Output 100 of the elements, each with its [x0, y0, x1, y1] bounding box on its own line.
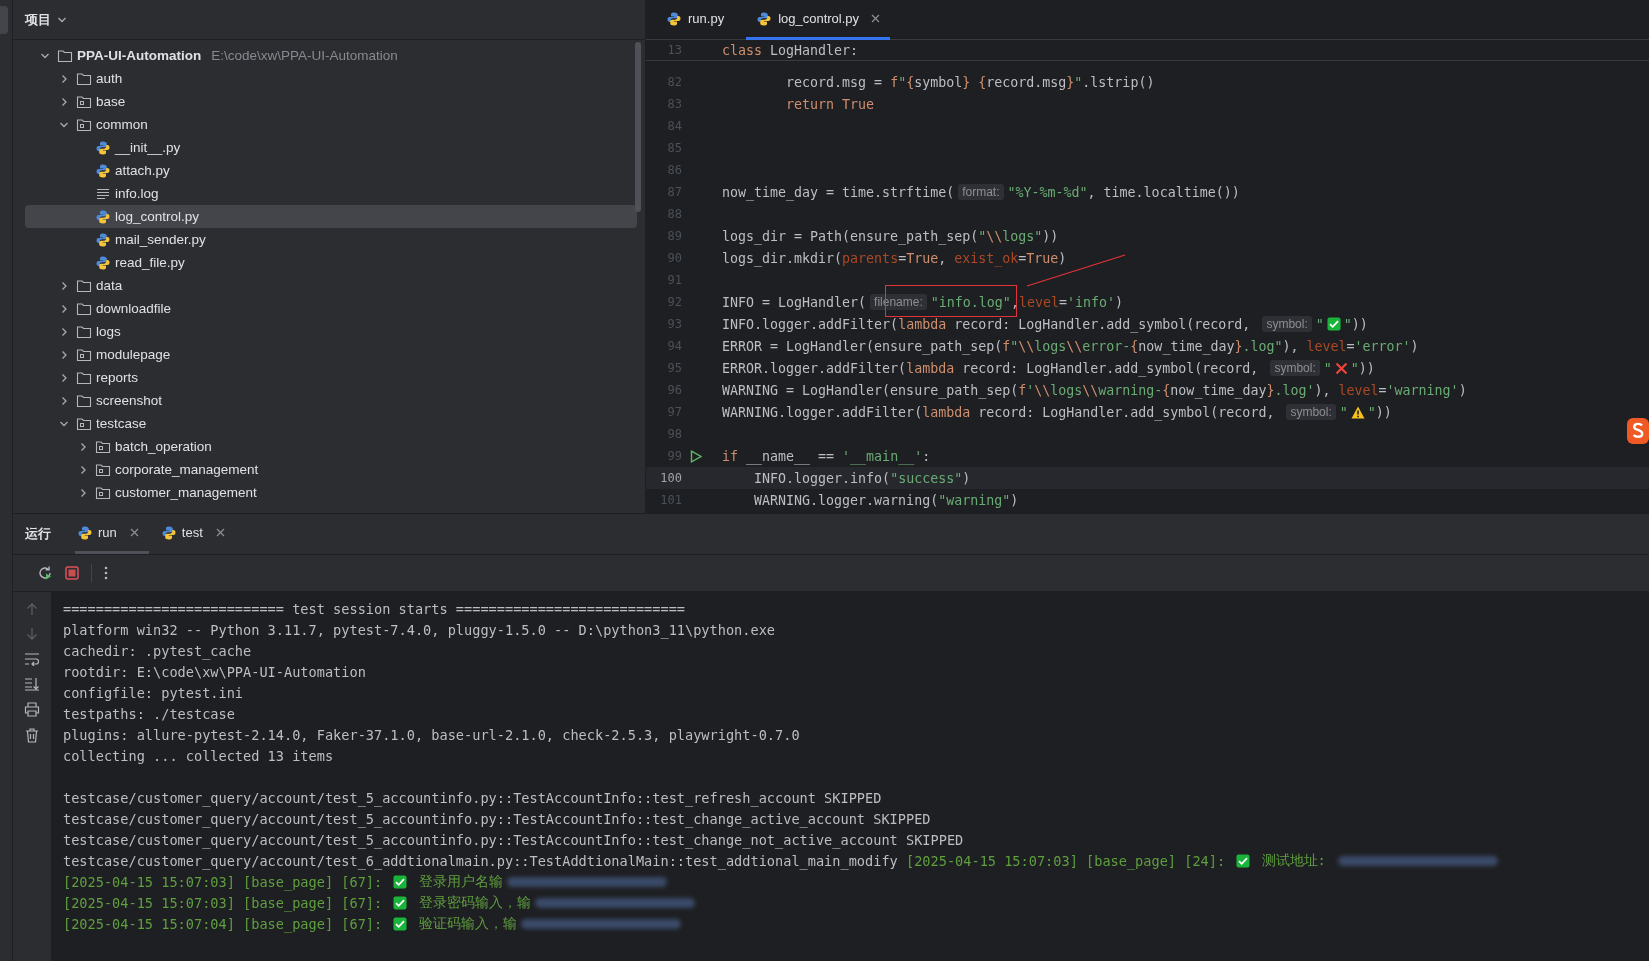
- python-icon: [95, 139, 111, 156]
- tree-item[interactable]: attach.py: [25, 159, 637, 182]
- run-tab[interactable]: run: [75, 514, 149, 554]
- tree-item[interactable]: screenshot: [25, 389, 637, 412]
- tree-item[interactable]: mail_sender.py: [25, 228, 637, 251]
- input-method-icon[interactable]: [1627, 418, 1649, 444]
- console-text: collecting ... collected 13 items: [63, 747, 334, 764]
- tree-item[interactable]: base: [25, 90, 637, 113]
- code-text: ": [1339, 404, 1348, 420]
- run-tab[interactable]: test: [158, 514, 235, 554]
- chevron-right-icon[interactable]: [78, 441, 88, 452]
- soft-wrap-icon[interactable]: [24, 652, 40, 666]
- code-text: now_time_day = time.strftime(: [722, 184, 955, 200]
- code-text: INFO.logger.info("success"): [753, 470, 971, 486]
- code-text: ")): [1343, 316, 1368, 332]
- tree-item[interactable]: common: [25, 113, 637, 136]
- chevron-right-icon[interactable]: [59, 372, 69, 383]
- print-icon[interactable]: [24, 702, 40, 717]
- console-text: testcase/customer_query/account/test_5_accountinfo.py::TestAccountInfo::test_change_not_active_account SKIPPED: [63, 831, 964, 848]
- console-text: [2025-04-15 15:07:03] [base_page] [67]:: [63, 894, 384, 911]
- code-text: "info.log",level='info'): [930, 294, 1123, 310]
- code-text: WARNING.logger.addFilter(lambda record: LogHandler.add_symbol(record,: [722, 404, 1276, 420]
- tree-item[interactable]: customer_management: [25, 481, 637, 504]
- chevron-right-icon[interactable]: [59, 73, 69, 84]
- scroll-to-end-icon[interactable]: [24, 677, 40, 691]
- python-icon: [756, 10, 773, 27]
- console-text: configfile: pytest.ini: [63, 684, 244, 701]
- close-icon[interactable]: [871, 14, 881, 23]
- chevron-right-icon[interactable]: [59, 395, 69, 406]
- close-icon[interactable]: [129, 528, 139, 537]
- tree-item[interactable]: logs: [25, 320, 637, 343]
- rerun-icon[interactable]: [37, 565, 53, 581]
- tree-item[interactable]: __init__.py: [25, 136, 637, 159]
- tree-item[interactable]: corporate_management: [25, 458, 637, 481]
- inlay-hint: format:: [958, 184, 1004, 200]
- code-text: INFO.logger.addFilter(lambda record: LogHandler.add_symbol(record,: [722, 316, 1252, 332]
- code-text: WARNING = LogHandler(ensure_path_sep(f'\\logs\\warning-{now_time_day}.log'), level='warning'): [722, 382, 1467, 398]
- chevron-right-icon[interactable]: [59, 349, 69, 360]
- folder-icon: [57, 47, 73, 64]
- editor-tab[interactable]: log_control.py: [746, 0, 891, 40]
- tree-item[interactable]: reports: [25, 366, 637, 389]
- code-text: WARNING.logger.warning("warning"): [753, 492, 1019, 508]
- chevron-right-icon[interactable]: [78, 487, 88, 498]
- chevron-right-icon[interactable]: [59, 303, 69, 314]
- console-text: rootdir: E:\code\xw\PPA-UI-Automation: [63, 663, 366, 680]
- chevron-right-icon[interactable]: [59, 326, 69, 337]
- folder-icon: [76, 392, 92, 409]
- python-icon: [95, 162, 111, 179]
- package-folder-icon: [76, 415, 92, 432]
- python-icon: [95, 231, 111, 248]
- console-text: 登录密码输入，输: [417, 893, 531, 912]
- folder-icon: [76, 277, 92, 294]
- package-folder-icon: [95, 461, 111, 478]
- scrollbar-thumb[interactable]: [635, 42, 641, 212]
- more-options-icon[interactable]: [104, 566, 108, 580]
- console-text: [2025-04-15 15:07:04] [base_page] [67]:: [63, 915, 384, 932]
- inlay-hint: symbol:: [1286, 404, 1336, 420]
- python-icon: [95, 254, 111, 271]
- close-icon[interactable]: [215, 528, 225, 537]
- stop-icon[interactable]: [65, 566, 79, 580]
- tree-item[interactable]: batch_operation: [25, 435, 637, 458]
- folder-icon: [76, 323, 92, 340]
- code-text: INFO = LogHandler(: [722, 294, 867, 310]
- tree-item[interactable]: downloadfile: [25, 297, 637, 320]
- line-number: 100: [659, 471, 682, 485]
- console-text: 验证码输入，输: [417, 914, 517, 933]
- check-mark-icon: [393, 895, 408, 910]
- package-folder-icon: [76, 116, 92, 133]
- code-text: ERROR.logger.addFilter(lambda record: LogHandler.add_symbol(record,: [722, 360, 1260, 376]
- python-icon: [77, 524, 93, 541]
- package-folder-icon: [76, 346, 92, 363]
- code-text: ")): [1350, 360, 1375, 376]
- editor-tab[interactable]: run.py: [656, 0, 735, 40]
- code-text: logs_dir.mkdir(parents=True, exist_ok=True): [722, 250, 1067, 266]
- trash-icon[interactable]: [25, 728, 39, 743]
- chevron-right-icon[interactable]: [59, 280, 69, 291]
- warning-icon: [1350, 405, 1365, 419]
- folder-icon: [76, 300, 92, 317]
- chevron-right-icon[interactable]: [59, 96, 69, 107]
- check-mark-icon: [393, 916, 408, 931]
- panel-title[interactable]: 项目: [25, 10, 51, 29]
- code-text: return True: [785, 96, 875, 112]
- panel-title: 运行: [25, 525, 51, 543]
- tree-item[interactable]: info.log: [25, 182, 637, 205]
- tree-item[interactable]: testcase: [25, 412, 637, 435]
- code-text: ERROR = LogHandler(ensure_path_sep(f"\\logs\\error-{now_time_day}.log"), level='error'): [722, 338, 1419, 354]
- tree-item[interactable]: data: [25, 274, 637, 297]
- tree-item[interactable]: modulepage: [25, 343, 637, 366]
- code-text: logs_dir = Path(ensure_path_sep("\\logs")): [722, 228, 1059, 244]
- run-icon[interactable]: [690, 449, 702, 463]
- chevron-right-icon[interactable]: [78, 464, 88, 475]
- code-text: ")): [1367, 404, 1392, 420]
- tree-item[interactable]: log_control.py: [25, 205, 637, 228]
- package-folder-icon: [95, 438, 111, 455]
- tree-item[interactable]: read_file.py: [25, 251, 637, 274]
- console-text: 登录用户名输: [417, 872, 503, 891]
- code-text: "%Y-%m-%d", time.localtime()): [1007, 184, 1240, 200]
- tree-item[interactable]: auth: [25, 67, 637, 90]
- check-mark-icon: [393, 874, 408, 889]
- tree-item[interactable]: PPA-UI-Automation E:\code\xw\PPA-UI-Automation: [25, 44, 637, 67]
